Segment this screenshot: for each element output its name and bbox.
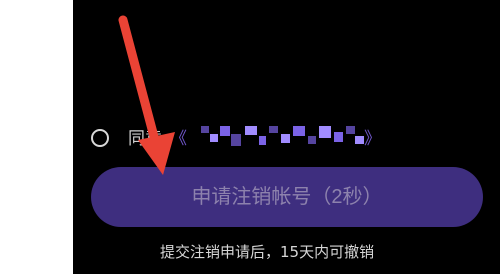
mosaic-block — [308, 136, 316, 144]
radio-unchecked-icon[interactable] — [91, 129, 109, 147]
mosaic-block — [355, 136, 364, 144]
censored-agreement-title — [201, 126, 366, 156]
mosaic-block — [293, 126, 305, 136]
cancellation-notice: 提交注销申请后，15天内可撤销 — [160, 243, 375, 261]
mosaic-block — [210, 134, 218, 142]
mosaic-block — [231, 134, 241, 146]
mosaic-block — [245, 126, 257, 135]
mosaic-block — [319, 126, 331, 138]
mosaic-block — [201, 126, 209, 133]
mosaic-block — [334, 132, 343, 142]
agreement-link-close[interactable]: 》 — [364, 128, 381, 150]
mosaic-block — [269, 126, 278, 133]
red-arrow-icon — [118, 15, 175, 175]
mosaic-block — [259, 136, 266, 145]
mosaic-block — [220, 126, 230, 136]
mosaic-block — [281, 134, 290, 143]
mosaic-block — [346, 126, 355, 134]
